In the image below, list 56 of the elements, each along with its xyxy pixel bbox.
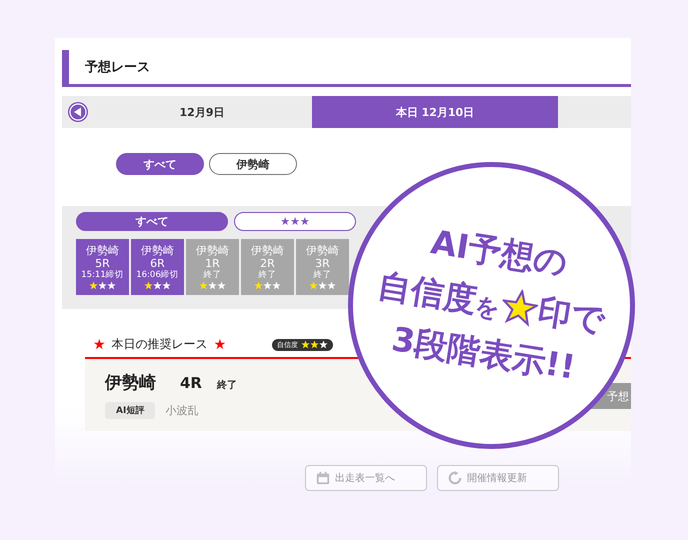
star-icon	[327, 281, 336, 290]
venue-filter-chip[interactable]: 伊勢崎	[209, 153, 297, 175]
star-icon	[199, 281, 208, 290]
section-title: 予想レース	[62, 50, 631, 87]
race-status: 終了	[217, 378, 237, 392]
star-icon	[309, 281, 318, 290]
star-icon	[310, 340, 320, 349]
star-icon	[217, 281, 226, 290]
star-icon	[208, 281, 217, 290]
action-button[interactable]: 開催情報更新	[437, 465, 559, 491]
venue-name: 伊勢崎	[141, 244, 174, 257]
race-card[interactable]: 伊勢崎 6R 16:06締切	[131, 239, 184, 295]
star-icon	[153, 281, 162, 290]
back-arrow-icon[interactable]	[68, 102, 88, 122]
race-status: 終了	[314, 270, 332, 281]
star-icon	[89, 281, 98, 290]
star-icon	[107, 281, 116, 290]
callout-text: 印で	[534, 289, 608, 342]
star-icon	[272, 281, 281, 290]
race-status: 15:11締切	[81, 270, 124, 281]
race-status: 終了	[204, 270, 222, 281]
venue-name: 伊勢崎	[86, 244, 119, 257]
star-icon: ★	[93, 336, 106, 352]
venue-name: 伊勢崎	[105, 372, 156, 394]
star-icon	[162, 281, 171, 290]
date-tab[interactable]: 本日 12月10日	[312, 96, 558, 128]
star-icon	[318, 281, 327, 290]
date-tab[interactable]: 12月9日	[92, 96, 312, 128]
venue-name: 伊勢崎	[196, 244, 229, 257]
race-number: 4R	[180, 374, 202, 392]
action-button[interactable]: 出走表一覧へ	[305, 465, 427, 491]
race-number: 5R	[95, 257, 110, 270]
race-status: 16:06締切	[136, 270, 179, 281]
star-icon: ★	[214, 336, 226, 352]
venue-name: 伊勢崎	[251, 244, 284, 257]
refresh-icon	[448, 471, 462, 485]
race-status: 終了	[258, 270, 276, 281]
race-number: 2R	[260, 257, 275, 270]
star-icon	[144, 281, 153, 290]
race-card[interactable]: 伊勢崎 5R 15:11締切	[76, 239, 129, 295]
star-icon	[98, 281, 107, 290]
star-icon	[263, 281, 272, 290]
race-number: 6R	[150, 257, 165, 270]
star-icon	[301, 340, 310, 349]
calendar-icon	[316, 471, 330, 485]
race-number: 1R	[205, 257, 220, 270]
confidence-tab[interactable]: ★★★	[234, 212, 356, 231]
confidence-tab[interactable]: すべて	[76, 212, 228, 231]
race-number: 3R	[315, 257, 330, 270]
ai-comment-tag: AI短評	[105, 402, 156, 419]
star-icon	[319, 340, 328, 349]
venue-filter-chip[interactable]: すべて	[116, 153, 204, 175]
venue-name: 伊勢崎	[306, 244, 339, 257]
star-icon	[254, 281, 263, 290]
ai-comment: 小波乱	[165, 403, 198, 418]
recommended-heading: 本日の推奨レース	[112, 336, 208, 353]
